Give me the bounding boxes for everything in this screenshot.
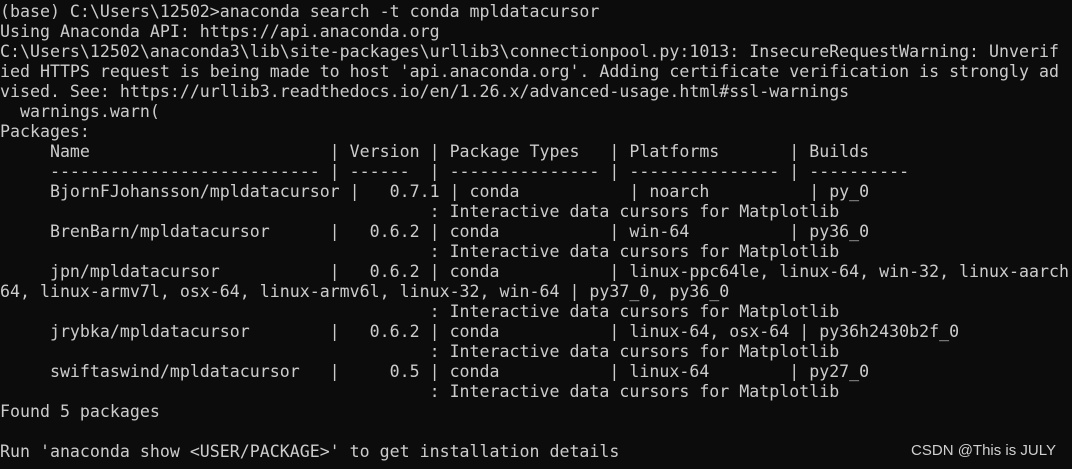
- terminal-line: swiftaswind/mpldatacursor | 0.5 | conda …: [0, 362, 870, 381]
- terminal-line: Name | Version | Package Types | Platfor…: [0, 142, 870, 161]
- terminal-line: Found 5 packages: [0, 402, 160, 421]
- terminal-line: : Interactive data cursors for Matplotli…: [0, 342, 840, 361]
- terminal-line: jrybka/mpldatacursor | 0.6.2 | conda | l…: [0, 322, 960, 341]
- terminal-line: warnings.warn(: [0, 102, 160, 121]
- terminal-line: C:\Users\12502\anaconda3\lib\site-packag…: [0, 42, 1059, 61]
- terminal-line: (base) C:\Users\12502>anaconda search -t…: [0, 2, 600, 21]
- terminal-window[interactable]: (base) C:\Users\12502>anaconda search -t…: [0, 0, 1072, 469]
- terminal-line: 64, linux-armv7l, osx-64, linux-armv6l, …: [0, 282, 730, 301]
- csdn-watermark: CSDN @This is JULY: [911, 442, 1056, 459]
- terminal-line: Packages:: [0, 122, 90, 141]
- terminal-line: jpn/mpldatacursor | 0.6.2 | conda | linu…: [0, 262, 1069, 281]
- terminal-line: : Interactive data cursors for Matplotli…: [0, 202, 840, 221]
- terminal-line: --------------------------- | ------ | -…: [0, 162, 910, 181]
- terminal-line: : Interactive data cursors for Matplotli…: [0, 302, 840, 321]
- terminal-line: : Interactive data cursors for Matplotli…: [0, 242, 840, 261]
- terminal-line: BjornFJohansson/mpldatacursor | 0.7.1 | …: [0, 182, 870, 201]
- terminal-line: vised. See: https://urllib3.readthedocs.…: [0, 82, 850, 101]
- terminal-line: : Interactive data cursors for Matplotli…: [0, 382, 840, 401]
- terminal-line: ied HTTPS request is being made to host …: [0, 62, 1059, 81]
- terminal-line: Using Anaconda API: https://api.anaconda…: [0, 22, 440, 41]
- terminal-line: BrenBarn/mpldatacursor | 0.6.2 | conda |…: [0, 222, 870, 241]
- terminal-line: Run 'anaconda show <USER/PACKAGE>' to ge…: [0, 442, 620, 461]
